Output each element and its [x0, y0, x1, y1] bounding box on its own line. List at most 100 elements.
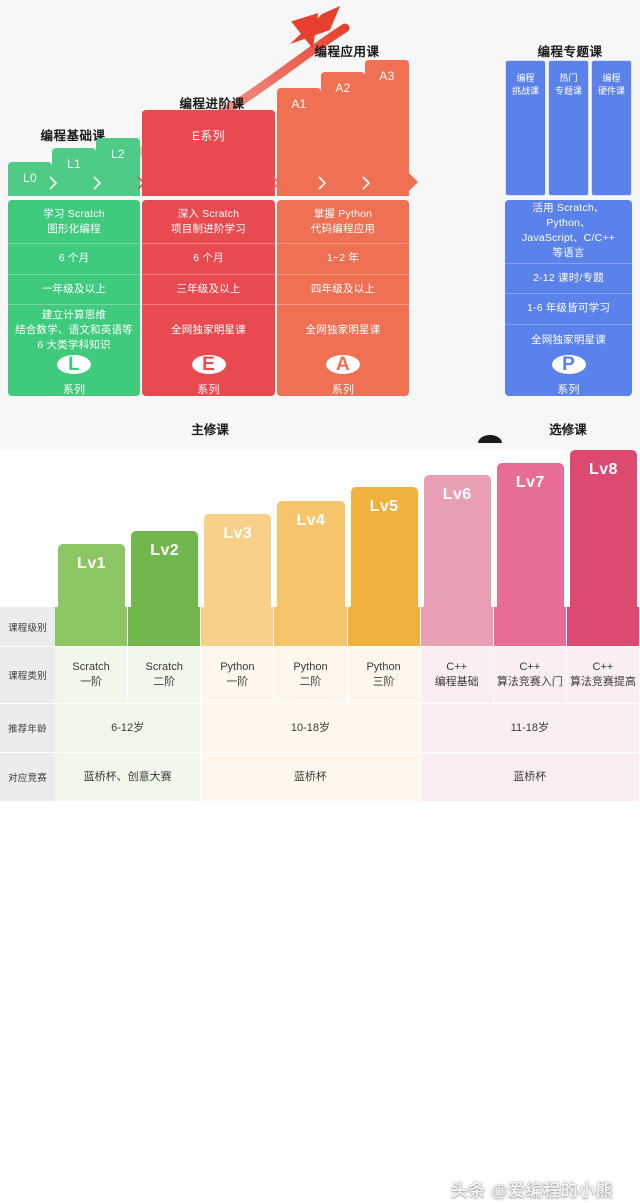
level-bar-lv7[interactable]: Lv7: [496, 463, 564, 607]
group-title-applied: 编程应用课: [314, 45, 380, 59]
table-cell-category: Scratch 一阶: [55, 647, 129, 704]
table-row-level: 课程级别: [0, 607, 640, 647]
footer-label-elective: 选修课: [549, 423, 587, 437]
category-line1: C++: [592, 661, 614, 673]
level-bar-chart: Lv1 Lv2 Lv3 Lv4 Lv5 Lv6 Lv7 Lv8: [0, 450, 640, 607]
course-card-a[interactable]: 掌握 Python 代码编程应用 1~2 年 四年级及以上 全网独家明星课 A …: [277, 200, 409, 396]
level-bar-lv3[interactable]: Lv3: [204, 514, 272, 607]
table-cell-contest: 蓝桥杯: [201, 753, 421, 802]
level-chip-lv6: [420, 607, 494, 647]
card-p-desc-line3: JavaScript、C/C++: [521, 232, 616, 245]
card-p-grade: 1-6 年级皆可学习: [505, 293, 632, 323]
category-line2: 二阶: [153, 676, 176, 688]
stair-block-l0[interactable]: L0: [8, 162, 52, 196]
chevron-right-icon-6: [362, 176, 371, 190]
card-e-duration: 6 个月: [142, 243, 275, 273]
stair-block-l2[interactable]: L2: [96, 138, 140, 196]
card-a-desc-line1: 掌握 Python: [313, 207, 373, 220]
card-e-extra-line1: 全网独家明星课: [171, 324, 246, 336]
category-line2: 一阶: [226, 676, 249, 688]
card-p-description: 活用 Scratch、 Python、 JavaScript、C/C++ 等语言: [505, 200, 632, 263]
card-a-duration: 1~2 年: [277, 243, 409, 273]
stair-block-l1[interactable]: L1: [52, 148, 96, 196]
card-p-series-suffix: 系列: [557, 383, 580, 396]
level-bar-lv6[interactable]: Lv6: [423, 475, 491, 607]
stair-label-l2: L2: [111, 147, 125, 161]
card-a-description: 掌握 Python 代码编程应用: [277, 200, 409, 243]
card-p-desc-line2: Python、: [546, 217, 591, 230]
course-card-l[interactable]: 学习 Scratch 图形化编程 6 个月 一年级及以上 建立计算思维 结合数学…: [8, 200, 140, 396]
table-cell-contest: 蓝桥杯: [420, 753, 640, 802]
card-e-extra: 全网独家明星课: [142, 304, 275, 356]
stair-block-e[interactable]: E系列: [142, 110, 275, 196]
level-bar-label: Lv7: [515, 474, 545, 491]
category-line1: C++: [446, 661, 468, 673]
course-card-e[interactable]: 深入 Scratch 项目制进阶学习 6 个月 三年级及以上 全网独家明星课 E…: [142, 200, 275, 396]
elective-topic-line1: 热门: [559, 73, 578, 83]
table-cell-category: Scratch 二阶: [128, 647, 202, 704]
level-chip-lv8: [566, 607, 640, 647]
course-roadmap-infographic: 编程基础课 编程进阶课 编程应用课 编程专题课 L0 L1 L2 E系列 A1 …: [0, 0, 640, 1200]
table-cell-category: C++ 算法竞赛入门: [493, 647, 567, 704]
level-bar-label: Lv4: [296, 512, 326, 529]
card-e-desc-line1: 深入 Scratch: [177, 207, 240, 220]
elective-hardware-line2: 硬件课: [597, 86, 625, 96]
card-p-desc-line1: 活用 Scratch、: [532, 202, 605, 215]
table-cell-contest: 蓝桥杯、创意大赛: [55, 753, 202, 802]
stair-label-a3: A3: [379, 69, 395, 83]
card-p-series-badge: P: [551, 354, 586, 374]
card-l-extra-line1: 建立计算思维: [41, 309, 107, 321]
level-chip-lv1: [55, 607, 129, 647]
table-cell-age: 6-12岁: [55, 704, 202, 753]
card-a-series-badge: A: [326, 354, 360, 374]
card-l-extra-line2: 结合数学、语文和英语等: [15, 324, 133, 336]
level-bar-lv1[interactable]: Lv1: [58, 544, 126, 607]
elective-column-topic[interactable]: 热门 专题课: [548, 60, 589, 196]
row-label-category: 课程类别: [0, 647, 55, 704]
category-line1: Python: [293, 661, 328, 673]
card-a-grade: 四年级及以上: [277, 273, 409, 304]
elective-column-challenge[interactable]: 编程 挑战课: [505, 60, 546, 196]
level-chip-lv4: [274, 607, 348, 647]
stair-block-a3[interactable]: A3: [365, 60, 409, 196]
row-label-contest: 对应竞赛: [0, 753, 55, 802]
card-p-series-badge-row: P 系列: [505, 354, 632, 396]
chevron-right-icon-1: [49, 176, 58, 190]
course-card-p[interactable]: 活用 Scratch、 Python、 JavaScript、C/C++ 等语言…: [505, 200, 632, 396]
elective-topic-line2: 专题课: [554, 86, 582, 96]
level-bar-lv4[interactable]: Lv4: [277, 501, 345, 607]
row-label-age: 推荐年龄: [0, 704, 55, 753]
card-l-description: 学习 Scratch 图形化编程: [8, 200, 140, 243]
card-p-desc-line4: 等语言: [552, 247, 585, 260]
card-e-description: 深入 Scratch 项目制进阶学习: [142, 200, 275, 243]
cropped-artifact: [478, 435, 502, 443]
elective-column-hardware[interactable]: 编程 硬件课: [591, 60, 632, 196]
chevron-right-icon-5: [318, 176, 327, 190]
table-cell-category: Python 一阶: [201, 647, 275, 704]
category-line1: Scratch: [72, 661, 110, 673]
row-label-level: 课程级别: [0, 607, 55, 647]
level-bar-lv5[interactable]: Lv5: [350, 487, 418, 607]
top-roadmap-panel: 编程基础课 编程进阶课 编程应用课 编程专题课 L0 L1 L2 E系列 A1 …: [0, 0, 640, 450]
chevron-right-icon-3: [137, 176, 146, 190]
table-cell-category: Python 二阶: [274, 647, 348, 704]
stair-block-a1[interactable]: A1: [277, 88, 321, 196]
stair-label-a2: A2: [335, 81, 351, 95]
card-e-series-badge: E: [191, 354, 226, 374]
category-line1: Python: [366, 661, 401, 673]
stair-label-l0: L0: [23, 171, 37, 185]
table-cell-age: 11-18岁: [420, 704, 640, 753]
level-bar-lv2[interactable]: Lv2: [131, 531, 199, 607]
stair-block-a2[interactable]: A2: [321, 72, 365, 196]
level-detail-table: 课程级别 课程类别 Scratch 一阶 Scratch 二阶 Python 一阶 Pyth…: [0, 607, 640, 802]
card-l-series-suffix: 系列: [62, 383, 86, 396]
card-a-extra-line1: 全网独家明星课: [305, 324, 381, 336]
elective-challenge-line1: 编程: [516, 73, 535, 83]
group-title-elective: 编程专题课: [537, 45, 603, 59]
elective-challenge-line2: 挑战课: [511, 86, 539, 96]
level-bar-label: Lv2: [150, 542, 180, 559]
level-bar-lv8[interactable]: Lv8: [569, 450, 637, 607]
card-l-extra-line3: 6 大类学科知识: [37, 339, 111, 351]
category-line1: C++: [519, 661, 541, 673]
card-l-desc-line2: 图形化编程: [47, 222, 101, 235]
